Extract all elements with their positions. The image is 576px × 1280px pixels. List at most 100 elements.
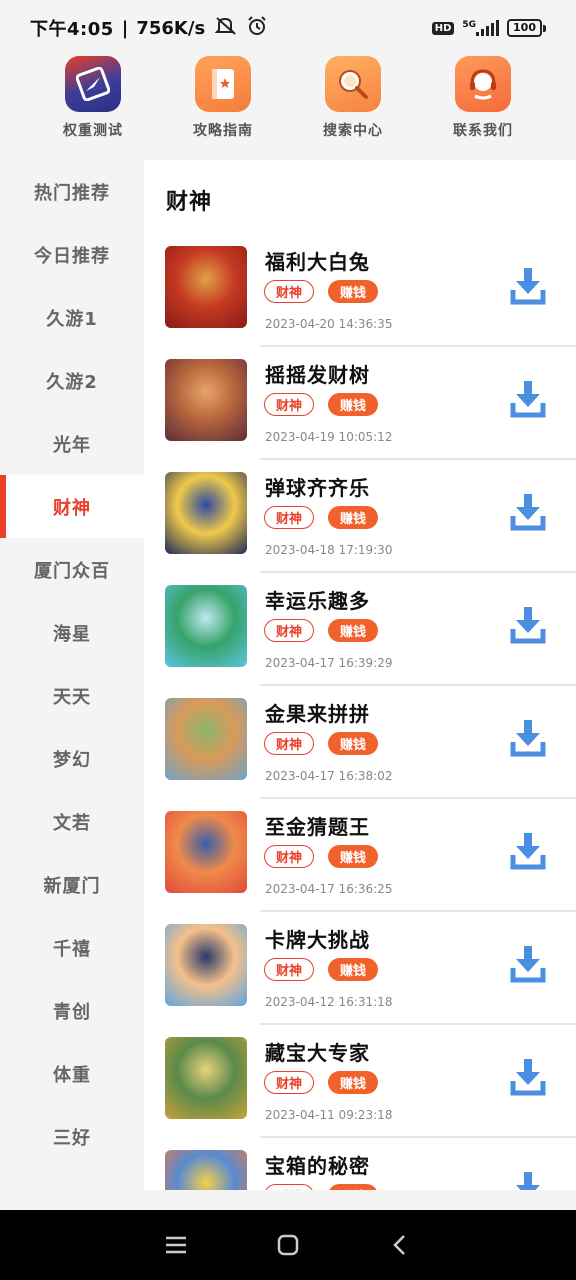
app-tags: 财神 赚钱 xyxy=(264,845,379,868)
tag-caishen: 财神 xyxy=(264,1071,315,1094)
shortcut-search-center[interactable]: 搜索中心 xyxy=(303,56,403,160)
sidebar-item[interactable]: 厦门众百 xyxy=(0,538,144,601)
tag-earn: 赚钱 xyxy=(328,958,379,981)
download-icon[interactable] xyxy=(510,944,546,984)
app-thumbnail[interactable] xyxy=(165,698,247,780)
sidebar-item[interactable]: 光年 xyxy=(0,412,144,475)
status-separator: | xyxy=(121,17,129,39)
app-thumbnail[interactable] xyxy=(165,1150,247,1190)
app-tags: 财神 赚钱 xyxy=(264,619,379,642)
app-tags: 财神 赚钱 xyxy=(264,393,379,416)
app-thumbnail[interactable] xyxy=(165,1037,247,1119)
app-row[interactable]: 金果来拼拼 财神 赚钱 2023-04-17 16:38:02 xyxy=(144,686,576,799)
app-tags: 财神 赚钱 xyxy=(264,1071,379,1094)
shortcut-label: 搜索中心 xyxy=(323,123,383,139)
sidebar-item-active[interactable]: 财神 xyxy=(0,475,144,538)
app-thumbnail[interactable] xyxy=(165,585,247,667)
tag-caishen: 财神 xyxy=(264,958,315,981)
sidebar-item[interactable]: 三好 xyxy=(0,1105,144,1168)
system-nav-bar xyxy=(0,1210,576,1280)
back-icon[interactable] xyxy=(380,1225,420,1265)
sidebar-item[interactable]: 热门推荐 xyxy=(0,160,144,223)
app-name: 金果来拼拼 xyxy=(265,702,370,726)
app-row[interactable]: 福利大白兔 财神 赚钱 2023-04-20 14:36:35 xyxy=(144,234,576,347)
shortcut-label: 攻略指南 xyxy=(193,123,253,139)
alarm-icon xyxy=(247,15,267,41)
book-icon xyxy=(195,56,251,112)
shortcut-guide[interactable]: 攻略指南 xyxy=(173,56,273,160)
download-icon[interactable] xyxy=(510,1057,546,1097)
sidebar-item[interactable]: 梦幻 xyxy=(0,727,144,790)
download-icon[interactable] xyxy=(510,266,546,306)
app-tags: 财神 赚钱 xyxy=(264,732,379,755)
network-type: 5G xyxy=(462,20,477,30)
app-row[interactable]: 至金猜题王 财神 赚钱 2023-04-17 16:36:25 xyxy=(144,799,576,912)
compass-icon xyxy=(65,56,121,112)
shortcut-weight-test[interactable]: 权重测试 xyxy=(43,56,143,160)
app-name: 摇摇发财树 xyxy=(265,363,370,387)
signal-icon xyxy=(476,20,500,36)
app-name: 宝箱的秘密 xyxy=(265,1154,370,1178)
app-row[interactable]: 幸运乐趣多 财神 赚钱 2023-04-17 16:39:29 xyxy=(144,573,576,686)
home-icon[interactable] xyxy=(268,1225,308,1265)
app-date: 2023-04-18 17:19:30 xyxy=(265,543,393,557)
sidebar-item[interactable]: 天天 xyxy=(0,664,144,727)
app-thumbnail[interactable] xyxy=(165,472,247,554)
menu-icon[interactable] xyxy=(156,1225,196,1265)
app-name: 福利大白兔 xyxy=(265,250,370,274)
app-tags: 财神 赚钱 xyxy=(264,1184,379,1190)
category-title: 财神 xyxy=(166,190,213,215)
app-date: 2023-04-12 16:31:18 xyxy=(265,995,393,1009)
app-date: 2023-04-11 09:23:18 xyxy=(265,1108,393,1122)
sidebar-item[interactable]: 体重 xyxy=(0,1042,144,1105)
app-name: 卡牌大挑战 xyxy=(265,928,370,952)
app-name: 至金猜题王 xyxy=(265,815,370,839)
app-list: 福利大白兔 财神 赚钱 2023-04-20 14:36:35 摇摇发财树 财神… xyxy=(144,234,576,1190)
app-thumbnail[interactable] xyxy=(165,246,247,328)
sidebar-item[interactable]: 千禧 xyxy=(0,916,144,979)
sidebar-item[interactable]: 海星 xyxy=(0,601,144,664)
app-thumbnail[interactable] xyxy=(165,359,247,441)
sidebar-item[interactable]: 新厦门 xyxy=(0,853,144,916)
app-thumbnail[interactable] xyxy=(165,811,247,893)
download-icon[interactable] xyxy=(510,605,546,645)
download-icon[interactable] xyxy=(510,492,546,532)
app-list-panel: 财神 福利大白兔 财神 赚钱 2023-04-20 14:36:35 摇摇发财树… xyxy=(144,160,576,1190)
download-icon[interactable] xyxy=(510,1170,546,1190)
mute-icon xyxy=(214,16,237,41)
app-name: 弹球齐齐乐 xyxy=(265,476,370,500)
sidebar-item[interactable]: 青创 xyxy=(0,979,144,1042)
sidebar-item[interactable]: 今日推荐 xyxy=(0,223,144,286)
app-date: 2023-04-17 16:39:29 xyxy=(265,656,393,670)
tag-caishen: 财神 xyxy=(264,619,315,642)
tag-earn: 赚钱 xyxy=(328,280,379,303)
app-row[interactable]: 宝箱的秘密 财神 赚钱 xyxy=(144,1138,576,1190)
tag-earn: 赚钱 xyxy=(328,1184,379,1190)
shortcut-contact-us[interactable]: 联系我们 xyxy=(433,56,533,160)
status-time: 下午4:05 xyxy=(30,19,114,40)
app-tags: 财神 赚钱 xyxy=(264,280,379,303)
sidebar-item[interactable]: 久游1 xyxy=(0,286,144,349)
category-sidebar: 热门推荐 今日推荐 久游1 久游2 光年 财神 厦门众百 海星 天天 梦幻 文若… xyxy=(0,160,144,1190)
tag-earn: 赚钱 xyxy=(328,845,379,868)
tag-caishen: 财神 xyxy=(264,1184,315,1190)
tag-caishen: 财神 xyxy=(264,280,315,303)
app-row[interactable]: 摇摇发财树 财神 赚钱 2023-04-19 10:05:12 xyxy=(144,347,576,460)
download-icon[interactable] xyxy=(510,718,546,758)
tag-caishen: 财神 xyxy=(264,506,315,529)
tag-caishen: 财神 xyxy=(264,393,315,416)
app-row[interactable]: 卡牌大挑战 财神 赚钱 2023-04-12 16:31:18 xyxy=(144,912,576,1025)
tag-earn: 赚钱 xyxy=(328,506,379,529)
app-name: 幸运乐趣多 xyxy=(265,589,370,613)
shortcut-label: 联系我们 xyxy=(453,123,513,139)
sidebar-item[interactable]: 文若 xyxy=(0,790,144,853)
app-row[interactable]: 藏宝大专家 财神 赚钱 2023-04-11 09:23:18 xyxy=(144,1025,576,1138)
sidebar-item[interactable]: 久游2 xyxy=(0,349,144,412)
tag-earn: 赚钱 xyxy=(328,393,379,416)
app-row[interactable]: 弹球齐齐乐 财神 赚钱 2023-04-18 17:19:30 xyxy=(144,460,576,573)
app-tags: 财神 赚钱 xyxy=(264,958,379,981)
app-thumbnail[interactable] xyxy=(165,924,247,1006)
download-icon[interactable] xyxy=(510,379,546,419)
download-icon[interactable] xyxy=(510,831,546,871)
status-net-speed: 756K/s xyxy=(136,17,206,39)
